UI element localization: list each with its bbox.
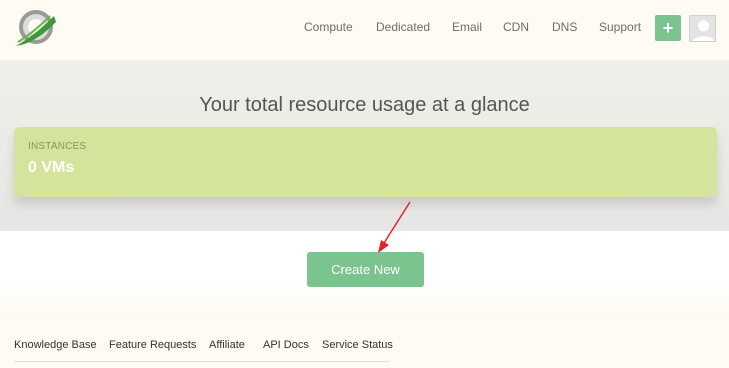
footer-divider — [14, 361, 389, 362]
footer-link-knowledge-base[interactable]: Knowledge Base — [14, 339, 97, 351]
nav-support[interactable]: Support — [599, 20, 641, 34]
create-section: Create New — [0, 231, 729, 316]
footer: Knowledge Base Feature Requests Affiliat… — [0, 316, 729, 368]
logo-icon[interactable] — [12, 6, 58, 52]
nav-dedicated[interactable]: Dedicated — [376, 20, 430, 34]
footer-link-service-status[interactable]: Service Status — [322, 339, 393, 351]
top-header: Compute Dedicated Email CDN DNS Support … — [0, 0, 729, 60]
add-button[interactable]: + — [655, 15, 681, 41]
usage-overview: Your total resource usage at a glance IN… — [0, 60, 729, 231]
instances-label: INSTANCES — [28, 141, 87, 152]
page-title: Your total resource usage at a glance — [199, 94, 530, 116]
nav-dns[interactable]: DNS — [552, 20, 577, 34]
create-new-button[interactable]: Create New — [307, 252, 424, 287]
instances-card[interactable]: INSTANCES 0 VMs — [14, 127, 717, 197]
plus-icon: + — [662, 17, 674, 38]
footer-link-api-docs[interactable]: API Docs — [263, 339, 309, 351]
nav-cdn[interactable]: CDN — [503, 20, 529, 34]
footer-link-feature-requests[interactable]: Feature Requests — [109, 339, 196, 351]
footer-link-affiliate[interactable]: Affiliate — [209, 339, 245, 351]
instances-count: 0 VMs — [28, 159, 75, 176]
user-avatar-icon[interactable] — [689, 15, 716, 42]
nav-compute[interactable]: Compute — [304, 20, 353, 34]
nav-email[interactable]: Email — [452, 20, 482, 34]
